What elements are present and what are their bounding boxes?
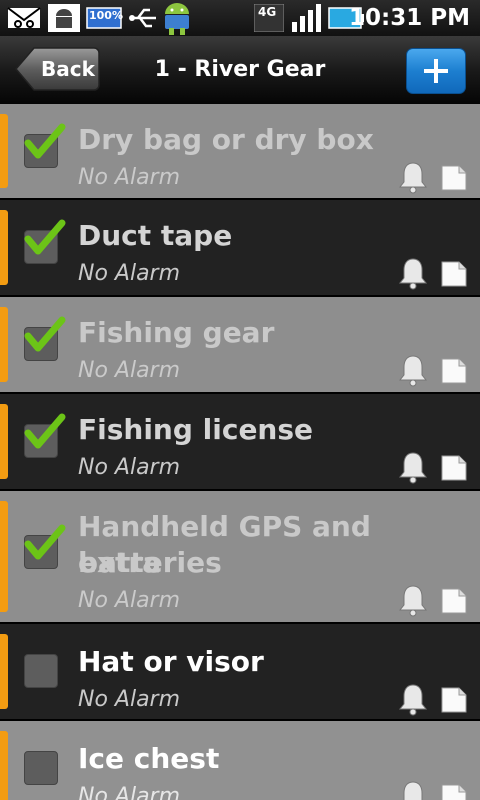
item-title: Dry bag or dry box [78,123,374,156]
note-icon[interactable] [440,587,468,615]
item-alarm-status: No Alarm [78,165,181,190]
item-checkbox[interactable] [24,219,66,264]
network-4g-icon: 4G [253,3,285,33]
note-icon[interactable] [440,260,468,288]
alarm-bell-icon[interactable] [396,256,430,290]
alarm-bell-icon[interactable] [396,583,430,617]
note-icon[interactable] [440,454,468,482]
note-icon[interactable] [440,783,468,800]
network-label: 4G [258,5,277,19]
item-alarm-status: No Alarm [78,455,181,480]
item-alarm-status: No Alarm [78,261,181,286]
item-alarm-status: No Alarm [78,588,181,613]
check-icon [24,123,66,159]
item-checkbox[interactable] [24,123,66,168]
usb-icon [129,8,156,28]
check-icon [24,219,66,255]
alarm-bell-icon[interactable] [396,353,430,387]
list-item[interactable]: Dry bag or dry box No Alarm [0,104,480,200]
battery-full-icon: 100% [86,6,124,30]
item-title: Ice chest [78,742,220,775]
back-button[interactable]: Back [14,46,100,92]
item-checkbox[interactable] [24,524,66,569]
android-notification-icon [165,3,189,35]
alarm-bell-icon[interactable] [396,682,430,716]
list-item[interactable]: Duct tape No Alarm [0,200,480,297]
android-debug-icon [48,4,80,32]
signal-strength-icon [292,4,321,32]
clock: 10:31 PM [349,5,470,31]
back-label: Back [41,57,95,81]
accent-bar [0,634,8,709]
item-checkbox[interactable] [24,316,66,361]
item-checkbox[interactable] [24,413,66,458]
check-icon [24,524,66,560]
item-alarm-status: No Alarm [78,358,181,383]
voicemail-icon [7,7,41,28]
status-bar: 100% 4G 10:31 PM [0,0,480,36]
item-title-line2: batteries [78,546,222,579]
note-icon[interactable] [440,686,468,714]
item-checkbox[interactable] [24,654,58,688]
accent-bar [0,210,8,285]
alarm-bell-icon[interactable] [396,450,430,484]
check-icon [24,413,66,449]
title-bar: Back 1 - River Gear [0,36,480,105]
accent-bar [0,114,8,188]
alarm-bell-icon[interactable] [396,779,430,800]
item-alarm-status: No Alarm [78,784,181,800]
list-item[interactable]: Fishing license No Alarm [0,394,480,491]
check-icon [24,316,66,352]
item-title: Fishing license [78,413,314,446]
accent-bar [0,307,8,382]
note-icon[interactable] [440,357,468,385]
page-title: 1 - River Gear [154,57,326,82]
item-checkbox[interactable] [24,751,58,785]
alarm-bell-icon[interactable] [396,160,430,194]
accent-bar [0,404,8,479]
list-item[interactable]: Ice chest No Alarm [0,721,480,800]
note-icon[interactable] [440,164,468,192]
accent-bar [0,501,8,612]
item-title: Duct tape [78,219,233,252]
accent-bar [0,731,8,800]
list-item[interactable]: Fishing gear No Alarm [0,297,480,394]
checklist: Dry bag or dry box No Alarm Duct tape No… [0,104,480,800]
item-title: Fishing gear [78,316,275,349]
item-title: Hat or visor [78,645,264,678]
item-alarm-status: No Alarm [78,687,181,712]
battery-label: 100% [89,9,123,22]
list-item[interactable]: Handheld GPS and extra batteries No Alar… [0,491,480,624]
add-item-button[interactable] [406,48,466,94]
list-item[interactable]: Hat or visor No Alarm [0,624,480,721]
